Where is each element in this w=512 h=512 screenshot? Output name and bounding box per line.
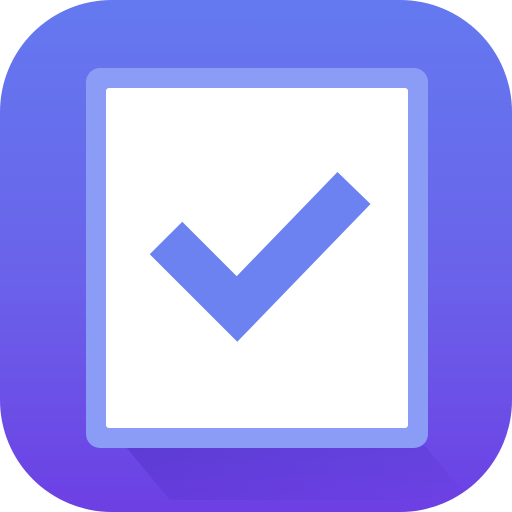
page-shadow [120,440,470,500]
checklist-icon [86,68,470,500]
app-icon[interactable] [0,0,512,512]
icon-canvas [0,0,512,512]
